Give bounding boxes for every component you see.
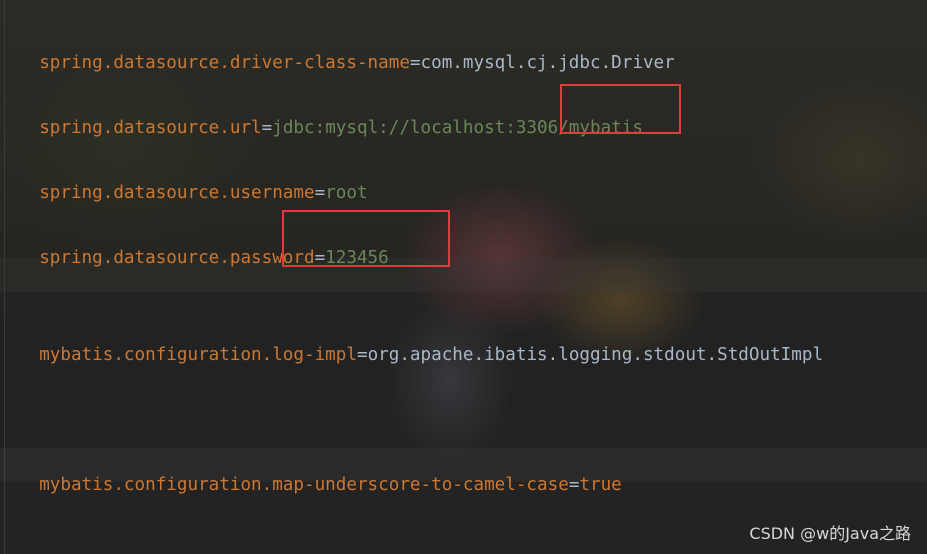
property-key: spring.datasource.username — [39, 183, 315, 203]
property-key: spring.datasource.url — [39, 118, 262, 138]
code-line-username[interactable]: spring.datasource.username=root — [18, 163, 368, 203]
highlight-box-password — [282, 210, 450, 267]
code-line-map-underscore[interactable]: mybatis.configuration.map-underscore-to-… — [18, 455, 622, 495]
property-value-prefix: jdbc:mysql://localhost:3306/ — [272, 118, 569, 138]
property-value: org.apache.ibatis.logging.stdout.StdOutI… — [367, 345, 824, 365]
equals-sign: = — [261, 118, 273, 138]
property-value: true — [579, 475, 622, 495]
code-line-driver-class-name[interactable]: spring.datasource.driver-class-name=com.… — [18, 33, 675, 73]
property-value: com.mysql.cj.jdbc.Driver — [420, 53, 675, 73]
property-key: spring.datasource.password — [39, 248, 315, 268]
property-value: root — [325, 183, 368, 203]
property-key: spring.datasource.driver-class-name — [39, 53, 410, 73]
equals-sign: = — [356, 345, 368, 365]
highlight-box-database-name — [560, 84, 681, 134]
code-line-log-impl[interactable]: mybatis.configuration.log-impl=org.apach… — [18, 325, 823, 365]
equals-sign: = — [409, 53, 421, 73]
property-key: mybatis.configuration.log-impl — [39, 345, 357, 365]
watermark-text: CSDN @w的Java之路 — [749, 524, 911, 543]
property-key: mybatis.configuration.map-underscore-to-… — [39, 475, 569, 495]
code-line-datasource-url[interactable]: spring.datasource.url=jdbc:mysql://local… — [18, 98, 643, 138]
equals-sign: = — [568, 475, 580, 495]
equals-sign: = — [314, 183, 326, 203]
